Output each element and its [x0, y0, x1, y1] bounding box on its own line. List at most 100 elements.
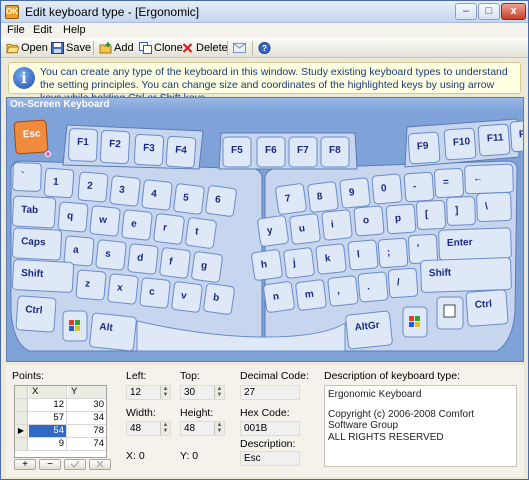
key-m[interactable]: m — [295, 279, 327, 311]
left-spinbox[interactable]: 12 ▲ ▼ — [126, 385, 171, 400]
key-alt[interactable]: Alt — [89, 312, 137, 352]
cell-x[interactable]: 54 — [29, 425, 67, 437]
key-k[interactable]: k — [315, 243, 347, 275]
key-lctrl[interactable]: Ctrl — [15, 295, 57, 333]
key-rshift[interactable]: Shift — [420, 257, 512, 293]
key-enter[interactable]: Enter — [438, 227, 512, 261]
key-k5[interactable]: 5 — [173, 183, 205, 215]
windows-logo-icon[interactable] — [62, 310, 88, 342]
decimal-code-field[interactable]: 27 — [240, 385, 300, 400]
key-g[interactable]: g — [191, 251, 223, 283]
key-o[interactable]: o — [353, 205, 385, 237]
key-f11[interactable]: F11 — [477, 123, 511, 157]
key-v[interactable]: v — [171, 281, 203, 313]
key-k6[interactable]: 6 — [205, 185, 237, 217]
keyboard-description-text[interactable]: Ergonomic Keyboard Copyright (c) 2006-20… — [324, 385, 517, 467]
cell-y[interactable]: 34 — [68, 412, 106, 424]
close-button[interactable]: x — [501, 3, 526, 20]
key-k4[interactable]: 4 — [141, 179, 173, 211]
key-i[interactable]: i — [321, 209, 353, 241]
key-backslash[interactable]: \ — [476, 192, 512, 222]
key-d[interactable]: d — [127, 243, 159, 275]
spin-arrows-icon[interactable]: ▲ ▼ — [214, 386, 224, 399]
key-backtick[interactable]: ` — [12, 162, 42, 192]
table-row[interactable]: 57 34 — [15, 412, 106, 425]
key-z[interactable]: z — [75, 269, 107, 301]
table-row[interactable]: 12 30 — [15, 399, 106, 412]
key-e[interactable]: e — [121, 209, 153, 241]
key-h[interactable]: h — [251, 249, 283, 281]
key-f3[interactable]: F3 — [133, 133, 165, 167]
key-x[interactable]: x — [107, 273, 139, 305]
key-quote[interactable]: ' — [407, 233, 439, 265]
key-n[interactable]: n — [263, 281, 295, 313]
key-f5[interactable]: F5 — [222, 136, 252, 168]
open-button[interactable]: Open — [6, 40, 48, 56]
key-period[interactable]: . — [357, 271, 389, 303]
key-a[interactable]: a — [63, 235, 95, 267]
spin-arrows-icon[interactable]: ▲ ▼ — [160, 422, 170, 435]
description-field[interactable]: Esc — [240, 451, 300, 466]
key-equals[interactable]: = — [433, 167, 465, 199]
cell-x[interactable]: 57 — [29, 412, 67, 424]
key-t[interactable]: t — [185, 217, 217, 249]
menu-edit[interactable]: Edit — [33, 24, 52, 36]
key-lbracket[interactable]: [ — [415, 199, 447, 231]
key-l[interactable]: l — [347, 239, 379, 271]
add-button[interactable]: Add — [99, 40, 134, 56]
top-spinbox[interactable]: 30 ▲ ▼ — [180, 385, 225, 400]
minimize-button[interactable]: – — [455, 3, 477, 20]
height-spinbox[interactable]: 48 ▲ ▼ — [180, 421, 225, 436]
menu-file[interactable]: File — [7, 24, 25, 36]
key-lshift[interactable]: Shift — [11, 259, 75, 293]
key-f12[interactable]: F12 — [509, 119, 523, 153]
spin-arrows-icon[interactable]: ▲ ▼ — [160, 386, 170, 399]
key-k8[interactable]: 8 — [307, 181, 339, 213]
title-bar[interactable]: OK Edit keyboard type - [Ergonomic] – □ … — [1, 1, 528, 23]
key-f8[interactable]: F8 — [320, 136, 350, 168]
key-semicolon[interactable]: ; — [377, 237, 409, 269]
check-point-button[interactable] — [64, 459, 86, 470]
resize-handle[interactable] — [45, 151, 51, 157]
key-f9[interactable]: F9 — [407, 131, 441, 165]
key-f[interactable]: f — [159, 247, 191, 279]
delete-button[interactable]: Delete — [181, 40, 228, 56]
save-button[interactable]: Save — [51, 40, 91, 56]
add-point-button[interactable]: + — [14, 459, 36, 470]
key-tab[interactable]: Tab — [11, 195, 57, 229]
menu-key-icon[interactable] — [436, 296, 464, 330]
key-b[interactable]: b — [203, 283, 235, 315]
key-rctrl[interactable]: Ctrl — [465, 289, 509, 327]
key-altgr[interactable]: AltGr — [345, 310, 393, 350]
cell-x[interactable]: 9 — [29, 438, 67, 450]
help-button[interactable]: ? — [258, 40, 271, 56]
key-k0[interactable]: 0 — [371, 173, 403, 205]
width-spinbox[interactable]: 48 ▲ ▼ — [126, 421, 171, 436]
cancel-point-button[interactable] — [89, 459, 111, 470]
key-y[interactable]: y — [257, 215, 289, 247]
hex-code-field[interactable]: 001B — [240, 421, 300, 436]
points-table[interactable]: X Y 12 30 57 34 ▶ 54 78 9 74 — [14, 385, 107, 458]
cell-y[interactable]: 78 — [68, 425, 106, 437]
table-row-selected[interactable]: ▶ 54 78 — [15, 425, 106, 438]
key-c[interactable]: c — [139, 277, 171, 309]
key-k9[interactable]: 9 — [339, 177, 371, 209]
windows-logo-icon[interactable] — [402, 306, 428, 338]
menu-help[interactable]: Help — [63, 24, 86, 36]
key-u[interactable]: u — [289, 213, 321, 245]
key-p[interactable]: p — [385, 203, 417, 235]
key-k2[interactable]: 2 — [77, 171, 109, 203]
key-backspace[interactable]: ← — [464, 163, 514, 195]
cell-y[interactable]: 30 — [68, 399, 106, 411]
key-r[interactable]: r — [153, 213, 185, 245]
key-f10[interactable]: F10 — [443, 127, 477, 161]
spin-arrows-icon[interactable]: ▲ ▼ — [214, 422, 224, 435]
cell-x[interactable]: 12 — [29, 399, 67, 411]
key-f2[interactable]: F2 — [99, 129, 131, 165]
key-comma[interactable]: , — [327, 275, 359, 307]
cell-y[interactable]: 74 — [68, 438, 106, 450]
key-caps[interactable]: Caps — [11, 227, 63, 261]
key-f1[interactable]: F1 — [68, 128, 98, 162]
keyboard-canvas[interactable]: Esc F1 F2 F3 F4 F5 F6 F7 F8 F9 F10 F11 F12 ` 1 2 3 4 5 6 7 8 9… — [7, 111, 523, 361]
key-k7[interactable]: 7 — [275, 183, 307, 215]
